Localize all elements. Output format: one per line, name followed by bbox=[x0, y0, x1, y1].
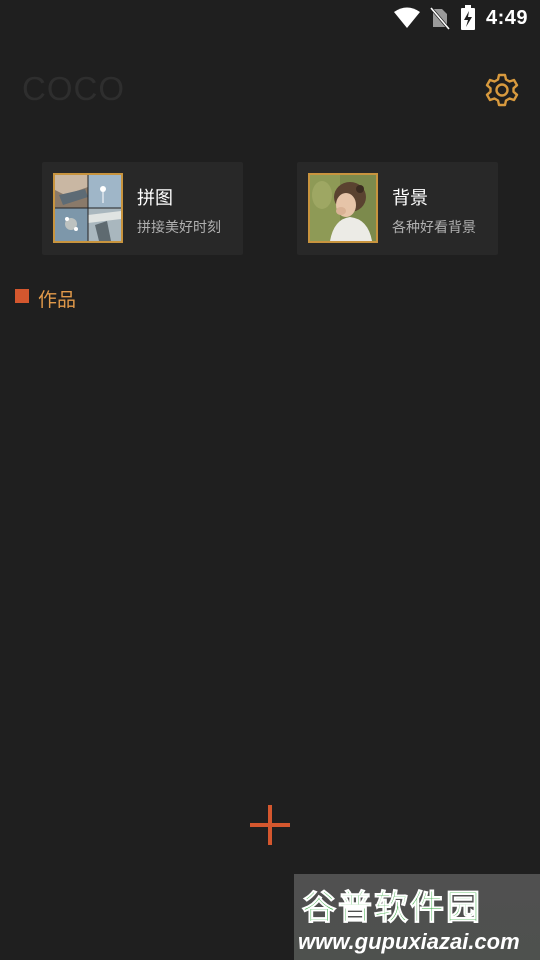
watermark-url: www.gupuxiazai.com bbox=[298, 929, 520, 954]
add-button[interactable] bbox=[248, 803, 292, 847]
background-card[interactable]: 背景 各种好看背景 bbox=[297, 162, 498, 255]
background-card-title: 背景 bbox=[392, 188, 428, 209]
background-thumbnail bbox=[308, 173, 378, 243]
collage-card-title: 拼图 bbox=[137, 188, 173, 209]
works-section-title: 作品 bbox=[38, 289, 77, 311]
gear-icon bbox=[485, 73, 519, 107]
collage-thumbnail bbox=[53, 173, 123, 243]
status-time: 4:49 bbox=[485, 6, 528, 29]
status-icons: 4:49 bbox=[393, 5, 528, 31]
no-sim-icon bbox=[429, 7, 450, 30]
settings-button[interactable] bbox=[484, 72, 520, 108]
watermark: 谷普软件园 www.gupuxiazai.com bbox=[294, 874, 540, 960]
collage-card[interactable]: 拼图 拼接美好时刻 bbox=[42, 162, 243, 255]
wifi-icon bbox=[393, 7, 420, 28]
plus-icon bbox=[250, 805, 290, 845]
app-title: COCO bbox=[22, 70, 125, 107]
collage-card-subtitle: 拼接美好时刻 bbox=[137, 220, 221, 236]
battery-charging-icon bbox=[460, 5, 475, 30]
background-card-subtitle: 各种好看背景 bbox=[392, 220, 476, 236]
watermark-name: 谷普软件园 bbox=[302, 888, 482, 929]
status-bar: 4:49 bbox=[0, 0, 540, 36]
section-marker bbox=[15, 289, 29, 303]
